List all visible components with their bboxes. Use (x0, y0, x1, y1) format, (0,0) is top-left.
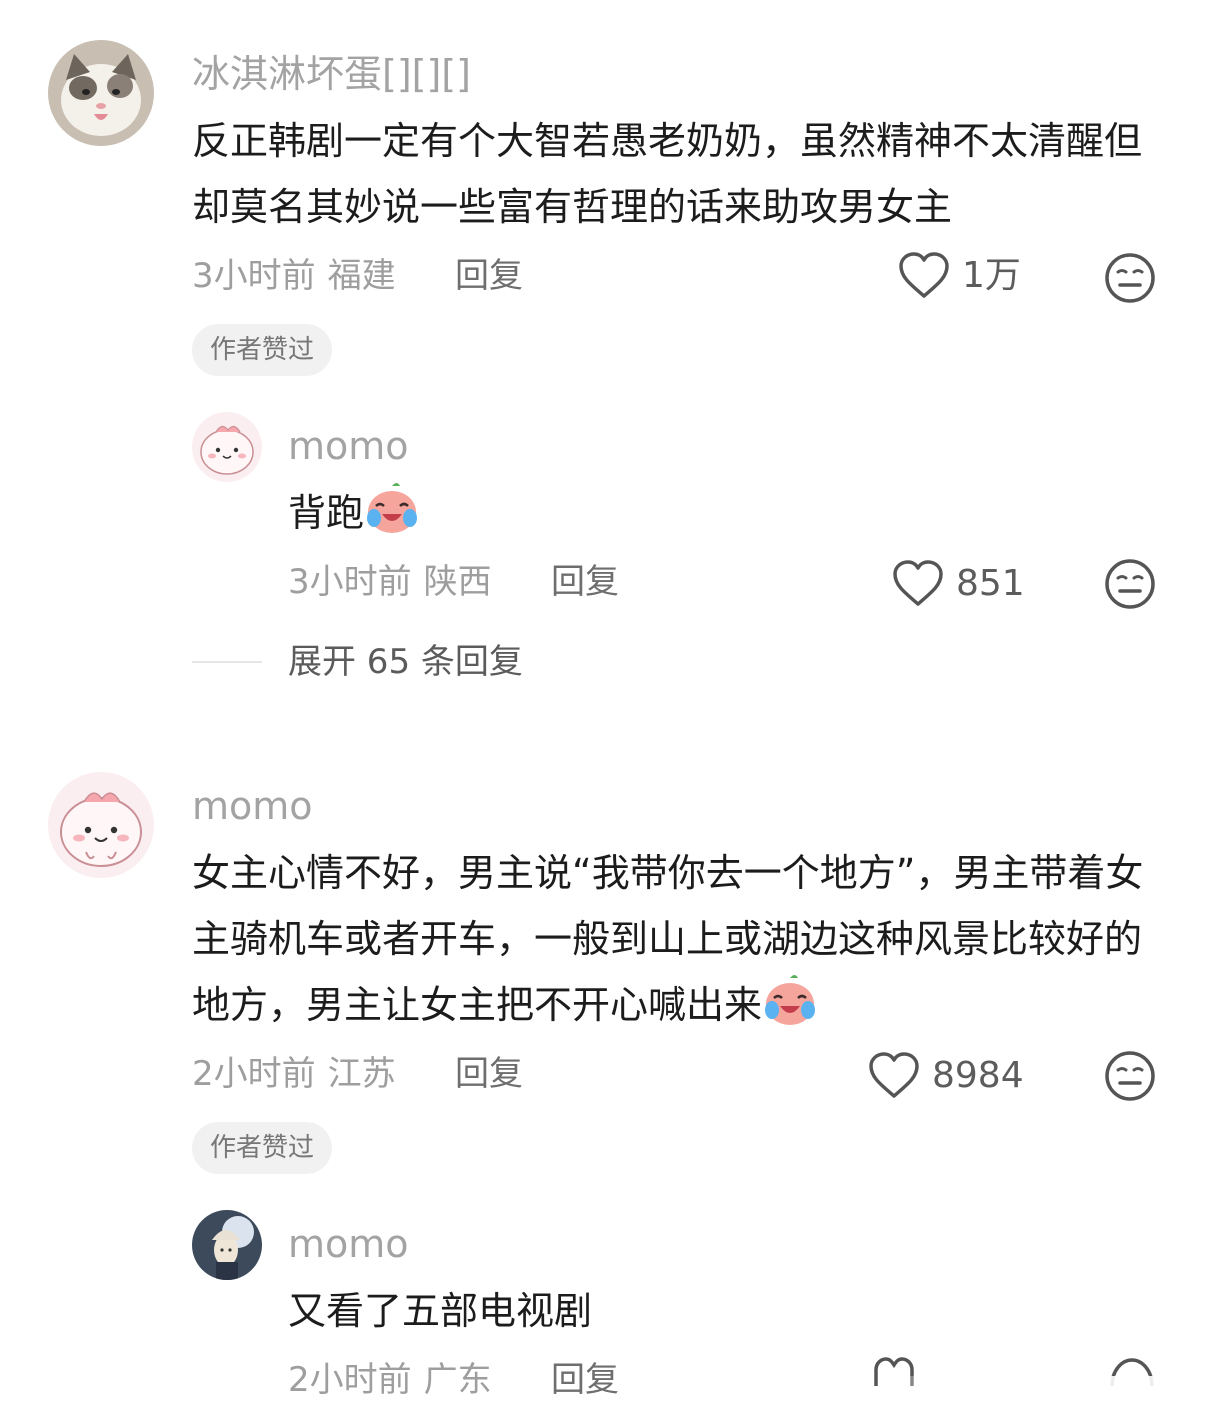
meh-face-icon (1105, 253, 1155, 303)
heart-outline-icon (899, 252, 949, 298)
comment-time: 2小时前 (192, 1054, 316, 1094)
comment-meta: 3小时前 福建 (192, 256, 396, 296)
reply-meta: 2小时前 广东 (288, 1360, 492, 1400)
comment-region: 江苏 (327, 1054, 396, 1094)
reply-username[interactable]: momo (288, 1222, 409, 1266)
reply-button[interactable]: 回复 (455, 256, 523, 296)
comment-username[interactable]: momo (192, 784, 313, 828)
expand-divider (192, 661, 262, 663)
avatar-pink-character[interactable] (48, 772, 154, 878)
like-count: 1万 (962, 255, 1021, 296)
dislike-button[interactable] (1104, 558, 1156, 614)
reply-meta: 3小时前 陕西 (288, 562, 492, 602)
like-button[interactable]: 8984 (868, 1052, 1024, 1100)
like-button[interactable]: 1万 (898, 252, 1021, 300)
watermark-overlay (880, 1376, 1205, 1420)
pink-character-avatar-image (192, 412, 262, 482)
anime-character-avatar-image (192, 1210, 262, 1280)
reply-time: 3小时前 (288, 562, 412, 602)
avatar-anime-character[interactable] (192, 1210, 262, 1280)
heart-outline-icon (869, 1052, 919, 1098)
avatar-pink-character[interactable] (192, 412, 262, 482)
like-button[interactable]: 851 (892, 560, 1025, 608)
meh-face-icon (1105, 559, 1155, 609)
dislike-button[interactable] (1104, 252, 1156, 308)
comment-text: 反正韩剧一定有个大智若愚老奶奶，虽然精神不太清醒但却莫名其妙说一些富有哲理的话来… (192, 119, 1143, 229)
crying-laughing-emoji (367, 483, 418, 533)
crying-laughing-emoji (765, 975, 816, 1025)
author-liked-badge: 作者赞过 (192, 1122, 333, 1174)
like-count: 851 (956, 563, 1025, 604)
pink-character-avatar-image (48, 772, 154, 878)
comment-username[interactable]: 冰淇淋坏蛋[][][] (192, 52, 471, 96)
comment-meta: 2小时前 江苏 (192, 1054, 396, 1094)
reply-region: 陕西 (423, 562, 492, 602)
reply-username[interactable]: momo (288, 424, 409, 468)
reply-time: 2小时前 (288, 1360, 412, 1400)
like-count: 8984 (932, 1055, 1024, 1096)
reply-region: 广东 (423, 1360, 492, 1400)
reply-text: 又看了五部电视剧 (288, 1289, 593, 1333)
heart-outline-icon (893, 560, 943, 606)
comment-text: 女主心情不好，男主说“我带你去一个地方”，男主带着女主骑机车或者开车，一般到山上… (192, 840, 1157, 1038)
dislike-button[interactable] (1104, 1050, 1156, 1106)
reply-text: 背跑 (288, 480, 420, 546)
comment-text-body: 女主心情不好，男主说“我带你去一个地方”，男主带着女主骑机车或者开车，一般到山上… (192, 851, 1144, 1027)
author-liked-badge: 作者赞过 (192, 324, 333, 376)
meh-face-icon (1105, 1051, 1155, 1101)
expand-replies-button[interactable]: 展开 65 条回复 (288, 642, 523, 682)
comment-region: 福建 (327, 256, 396, 296)
reply-text-body: 背跑 (288, 491, 365, 535)
avatar-cat[interactable] (48, 40, 154, 146)
reply-button[interactable]: 回复 (551, 562, 619, 602)
reply-button[interactable]: 回复 (455, 1054, 523, 1094)
comment-time: 3小时前 (192, 256, 316, 296)
cat-avatar-image (48, 40, 154, 146)
reply-button[interactable]: 回复 (551, 1360, 619, 1400)
